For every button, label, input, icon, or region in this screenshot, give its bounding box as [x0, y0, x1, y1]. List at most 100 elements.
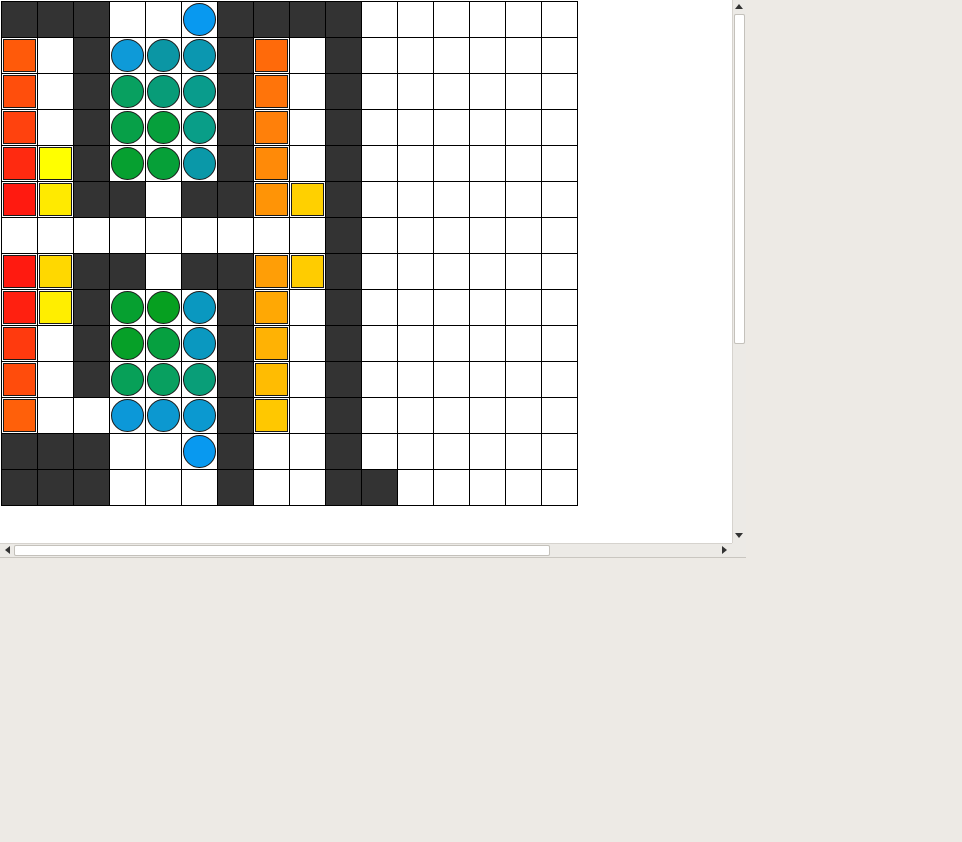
floor-cell[interactable] — [505, 73, 542, 110]
floor-cell[interactable] — [1, 109, 38, 146]
block-piece[interactable] — [3, 147, 36, 180]
wall-cell[interactable] — [73, 253, 110, 290]
floor-cell[interactable] — [145, 1, 182, 38]
block-piece[interactable] — [3, 111, 36, 144]
block-piece[interactable] — [255, 327, 288, 360]
block-piece[interactable] — [3, 327, 36, 360]
floor-cell[interactable] — [541, 73, 578, 110]
floor-cell[interactable] — [109, 433, 146, 470]
floor-cell[interactable] — [541, 433, 578, 470]
floor-cell[interactable] — [145, 109, 182, 146]
block-piece[interactable] — [3, 75, 36, 108]
floor-cell[interactable] — [397, 253, 434, 290]
floor-cell[interactable] — [181, 217, 218, 254]
floor-cell[interactable] — [433, 361, 470, 398]
wall-cell[interactable] — [217, 469, 254, 506]
floor-cell[interactable] — [433, 433, 470, 470]
block-piece[interactable] — [39, 183, 72, 216]
horizontal-scrollbar-thumb[interactable] — [14, 545, 550, 556]
floor-cell[interactable] — [397, 37, 434, 74]
floor-cell[interactable] — [73, 397, 110, 434]
wall-cell[interactable] — [217, 433, 254, 470]
scroll-up-arrow-icon[interactable] — [735, 4, 743, 9]
wall-cell[interactable] — [73, 73, 110, 110]
floor-cell[interactable] — [361, 361, 398, 398]
floor-cell[interactable] — [109, 397, 146, 434]
block-piece[interactable] — [255, 75, 288, 108]
floor-cell[interactable] — [181, 73, 218, 110]
floor-cell[interactable] — [541, 181, 578, 218]
floor-cell[interactable] — [397, 433, 434, 470]
block-piece[interactable] — [255, 291, 288, 324]
floor-cell[interactable] — [505, 289, 542, 326]
wall-cell[interactable] — [73, 469, 110, 506]
block-piece[interactable] — [3, 255, 36, 288]
block-piece[interactable] — [291, 183, 324, 216]
wall-cell[interactable] — [325, 217, 362, 254]
wall-cell[interactable] — [1, 433, 38, 470]
floor-cell[interactable] — [433, 1, 470, 38]
floor-cell[interactable] — [361, 1, 398, 38]
floor-cell[interactable] — [253, 289, 290, 326]
floor-cell[interactable] — [1, 145, 38, 182]
scroll-down-arrow-icon[interactable] — [735, 533, 743, 538]
floor-cell[interactable] — [37, 397, 74, 434]
floor-cell[interactable] — [109, 109, 146, 146]
floor-cell[interactable] — [505, 361, 542, 398]
floor-cell[interactable] — [397, 145, 434, 182]
floor-cell[interactable] — [505, 1, 542, 38]
floor-cell[interactable] — [397, 469, 434, 506]
wall-cell[interactable] — [181, 253, 218, 290]
floor-cell[interactable] — [37, 145, 74, 182]
floor-cell[interactable] — [1, 289, 38, 326]
floor-cell[interactable] — [361, 433, 398, 470]
scroll-right-arrow-icon[interactable] — [722, 546, 727, 554]
wall-cell[interactable] — [73, 433, 110, 470]
floor-cell[interactable] — [253, 397, 290, 434]
floor-cell[interactable] — [289, 73, 326, 110]
floor-cell[interactable] — [145, 469, 182, 506]
ball-piece[interactable] — [183, 291, 216, 324]
floor-cell[interactable] — [181, 433, 218, 470]
floor-cell[interactable] — [253, 145, 290, 182]
wall-cell[interactable] — [289, 1, 326, 38]
floor-cell[interactable] — [109, 289, 146, 326]
floor-cell[interactable] — [289, 325, 326, 362]
ball-piece[interactable] — [147, 147, 180, 180]
floor-cell[interactable] — [109, 469, 146, 506]
horizontal-scrollbar[interactable] — [0, 543, 732, 557]
floor-cell[interactable] — [289, 145, 326, 182]
floor-cell[interactable] — [181, 145, 218, 182]
block-piece[interactable] — [3, 399, 36, 432]
wall-cell[interactable] — [325, 253, 362, 290]
wall-cell[interactable] — [217, 325, 254, 362]
floor-cell[interactable] — [109, 217, 146, 254]
floor-cell[interactable] — [253, 433, 290, 470]
wall-cell[interactable] — [73, 325, 110, 362]
floor-cell[interactable] — [397, 325, 434, 362]
floor-cell[interactable] — [1, 253, 38, 290]
floor-cell[interactable] — [253, 73, 290, 110]
floor-cell[interactable] — [433, 181, 470, 218]
floor-cell[interactable] — [469, 73, 506, 110]
ball-piece[interactable] — [183, 75, 216, 108]
floor-cell[interactable] — [505, 325, 542, 362]
floor-cell[interactable] — [253, 181, 290, 218]
ball-piece[interactable] — [183, 147, 216, 180]
floor-cell[interactable] — [505, 37, 542, 74]
floor-cell[interactable] — [109, 361, 146, 398]
floor-cell[interactable] — [361, 73, 398, 110]
floor-cell[interactable] — [1, 361, 38, 398]
floor-cell[interactable] — [109, 37, 146, 74]
ball-piece[interactable] — [183, 399, 216, 432]
block-piece[interactable] — [39, 291, 72, 324]
puzzle-board[interactable] — [1, 1, 578, 506]
floor-cell[interactable] — [145, 397, 182, 434]
wall-cell[interactable] — [37, 469, 74, 506]
wall-cell[interactable] — [217, 181, 254, 218]
wall-cell[interactable] — [325, 37, 362, 74]
floor-cell[interactable] — [1, 181, 38, 218]
floor-cell[interactable] — [361, 109, 398, 146]
floor-cell[interactable] — [541, 145, 578, 182]
floor-cell[interactable] — [253, 361, 290, 398]
